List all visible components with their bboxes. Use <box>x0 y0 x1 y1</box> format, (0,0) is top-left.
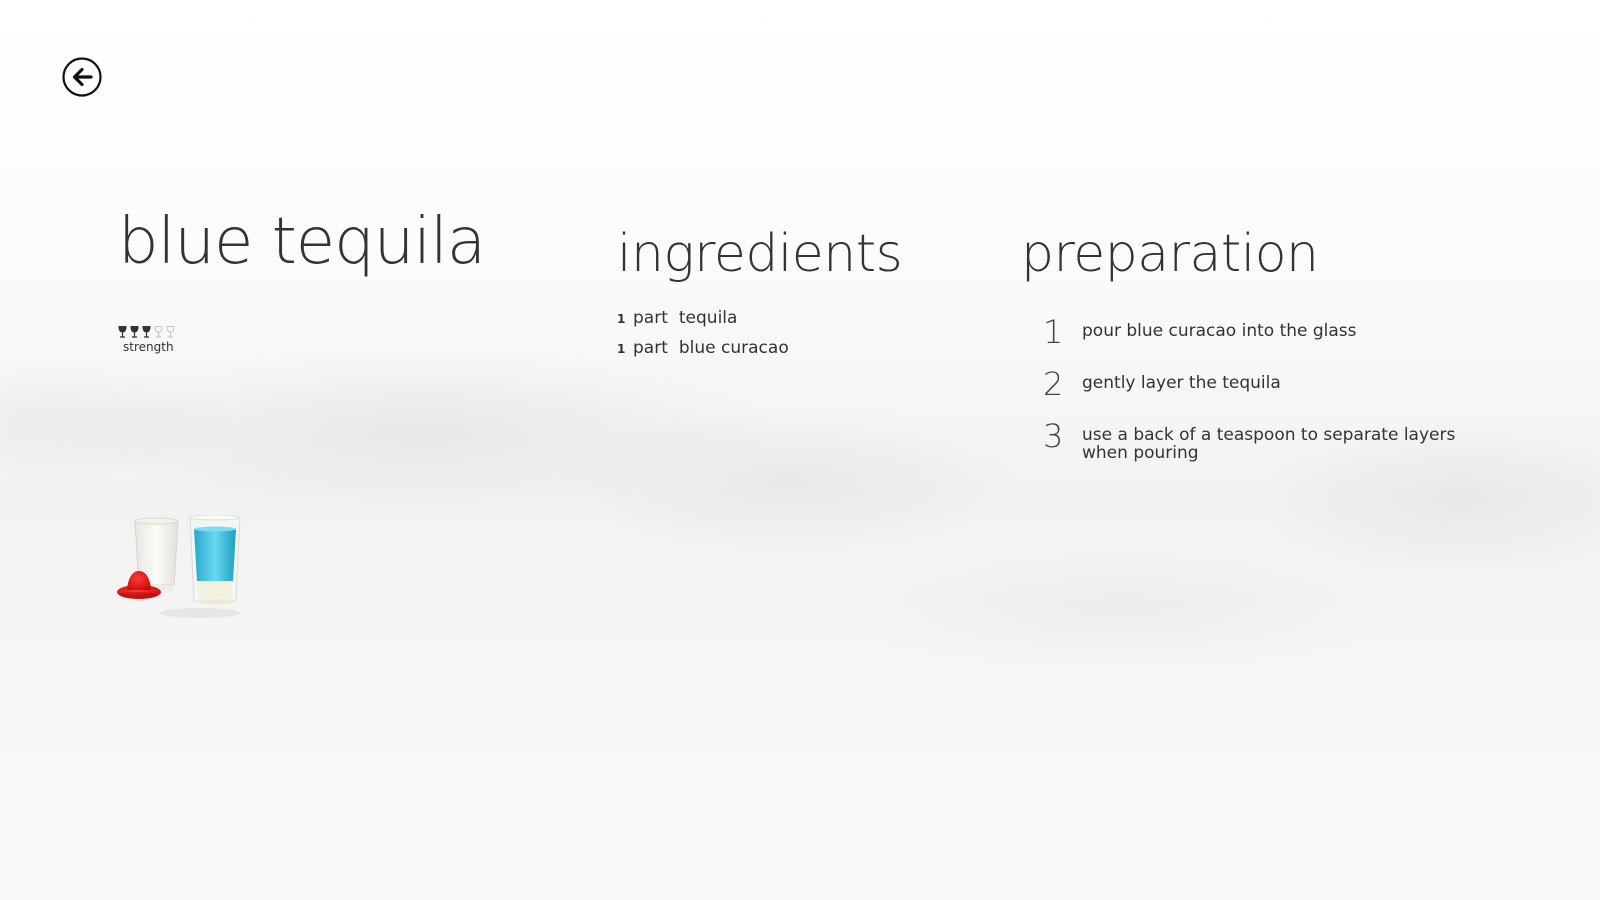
ingredient-name: tequila <box>678 308 738 328</box>
strength-glasses <box>118 326 182 338</box>
ingredient-quantity: 1 <box>617 312 626 326</box>
preparation-steps: 1 pour blue curacao into the glass 2 gen… <box>1030 314 1490 478</box>
drink-image <box>115 514 250 620</box>
wine-glass-icon-empty <box>154 326 163 338</box>
wine-glass-icon-filled <box>142 326 151 338</box>
step-text: use a back of a teaspoon to separate lay… <box>1082 425 1456 463</box>
preparation-step: 2 gently layer the tequila <box>1030 366 1490 402</box>
ingredients-list: 1 part tequila 1 part blue curacao <box>617 308 789 368</box>
strength-label: strength <box>123 340 174 354</box>
preparation-step: 1 pour blue curacao into the glass <box>1030 314 1490 350</box>
ingredient-item: 1 part tequila <box>617 308 789 338</box>
ingredients-heading: ingredients <box>617 224 903 284</box>
step-number: 1 <box>1043 313 1064 351</box>
step-text: gently layer the tequila <box>1082 373 1281 393</box>
ingredient-unit: part <box>633 308 668 328</box>
step-text: pour blue curacao into the glass <box>1082 321 1357 341</box>
drink-title: blue tequila <box>118 205 486 279</box>
wine-glass-icon-filled <box>118 326 127 338</box>
ingredient-item: 1 part blue curacao <box>617 338 789 368</box>
ingredient-name: blue curacao <box>678 338 789 358</box>
preparation-step: 3 use a back of a teaspoon to separate l… <box>1030 418 1490 462</box>
ingredient-unit: part <box>633 338 668 358</box>
ingredient-quantity: 1 <box>617 342 626 356</box>
wine-glass-icon-empty <box>166 326 175 338</box>
step-number: 2 <box>1043 365 1064 403</box>
back-button[interactable] <box>62 57 102 97</box>
step-number: 3 <box>1043 417 1064 455</box>
strength-rating: strength <box>118 326 182 354</box>
back-arrow-icon <box>62 57 102 97</box>
preparation-heading: preparation <box>1021 224 1319 284</box>
wine-glass-icon-filled <box>130 326 139 338</box>
